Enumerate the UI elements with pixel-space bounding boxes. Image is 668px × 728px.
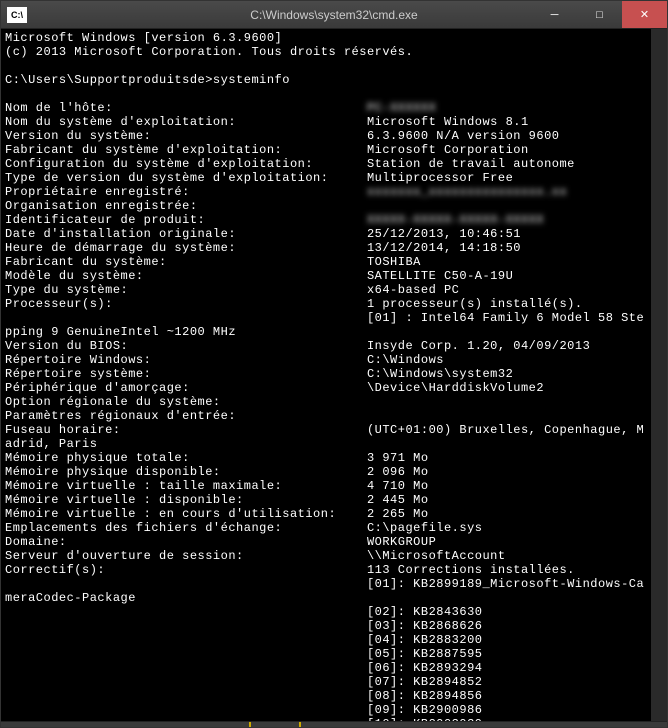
close-button[interactable]: ✕	[622, 1, 667, 28]
titlebar[interactable]: C:\ C:\Windows\system32\cmd.exe ─ □ ✕	[1, 1, 667, 29]
window-controls: ─ □ ✕	[532, 1, 667, 28]
window-title: C:\Windows\system32\cmd.exe	[250, 8, 417, 22]
maximize-button[interactable]: □	[577, 1, 622, 28]
status-bar	[1, 721, 667, 727]
minimize-button[interactable]: ─	[532, 1, 577, 28]
cmd-window: C:\ C:\Windows\system32\cmd.exe ─ □ ✕ Mi…	[0, 0, 668, 728]
terminal-output[interactable]: Microsoft Windows [version 6.3.9600] (c)…	[1, 29, 667, 721]
app-icon: C:\	[7, 7, 27, 23]
